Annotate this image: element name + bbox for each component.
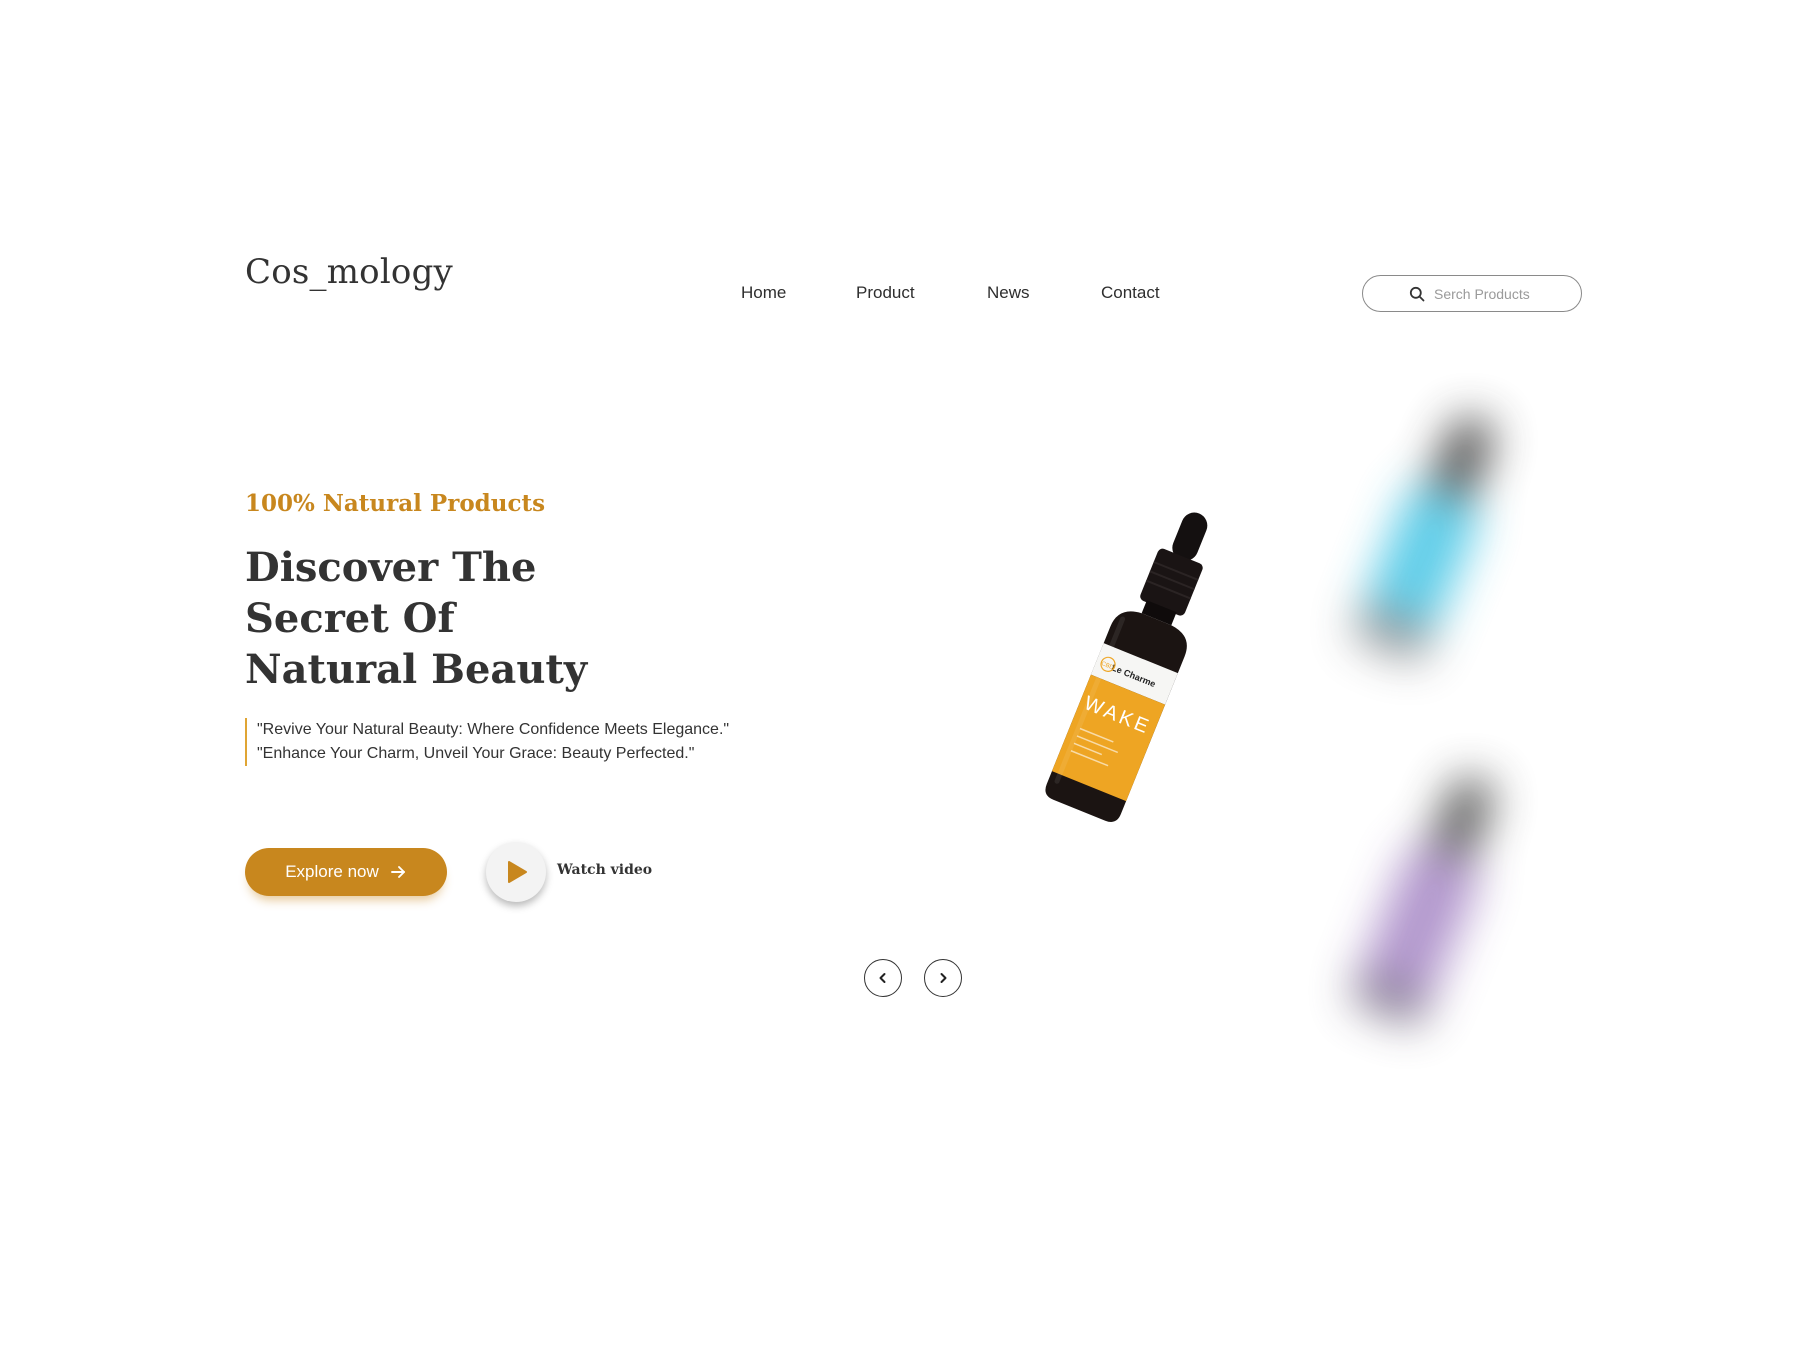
- explore-button[interactable]: Explore now: [245, 848, 447, 896]
- search-icon: [1409, 286, 1425, 302]
- nav-item-contact[interactable]: Contact: [1101, 283, 1160, 303]
- search-input[interactable]: [1434, 285, 1554, 302]
- arrow-right-icon: [390, 866, 405, 878]
- carousel-prev-button[interactable]: [864, 959, 902, 997]
- headline-line-1: Discover The: [245, 544, 537, 591]
- hero-headline: Discover The Secret Of Natural Beauty: [245, 542, 645, 695]
- nav-item-news[interactable]: News: [987, 283, 1030, 303]
- nav-item-home[interactable]: Home: [741, 283, 786, 303]
- chevron-left-icon: [879, 973, 886, 983]
- watch-video-link[interactable]: Watch video: [557, 862, 652, 878]
- nav-item-product[interactable]: Product: [856, 283, 915, 303]
- play-icon: [508, 861, 527, 883]
- search-bar[interactable]: [1362, 275, 1582, 312]
- blurred-bottle-blue: [1353, 416, 1494, 662]
- hero-eyebrow: 100% Natural Products: [245, 490, 546, 517]
- product-bottle-image: Le Charme CBD WAKE: [1045, 512, 1208, 822]
- carousel-next-button[interactable]: [924, 959, 962, 997]
- brand-logo[interactable]: Cos_mology: [245, 252, 453, 292]
- blurred-bottle-purple: [1351, 776, 1494, 1026]
- explore-button-label: Explore now: [285, 862, 379, 881]
- hero-quote: "Revive Your Natural Beauty: Where Confi…: [245, 718, 729, 766]
- play-video-button[interactable]: [486, 842, 546, 902]
- quote-line-1: "Revive Your Natural Beauty: Where Confi…: [257, 721, 730, 738]
- headline-line-2: Secret Of: [245, 595, 455, 642]
- quote-line-2: "Enhance Your Charm, Unveil Your Grace: …: [257, 745, 695, 762]
- chevron-right-icon: [940, 973, 947, 983]
- headline-line-3: Natural Beauty: [245, 646, 588, 693]
